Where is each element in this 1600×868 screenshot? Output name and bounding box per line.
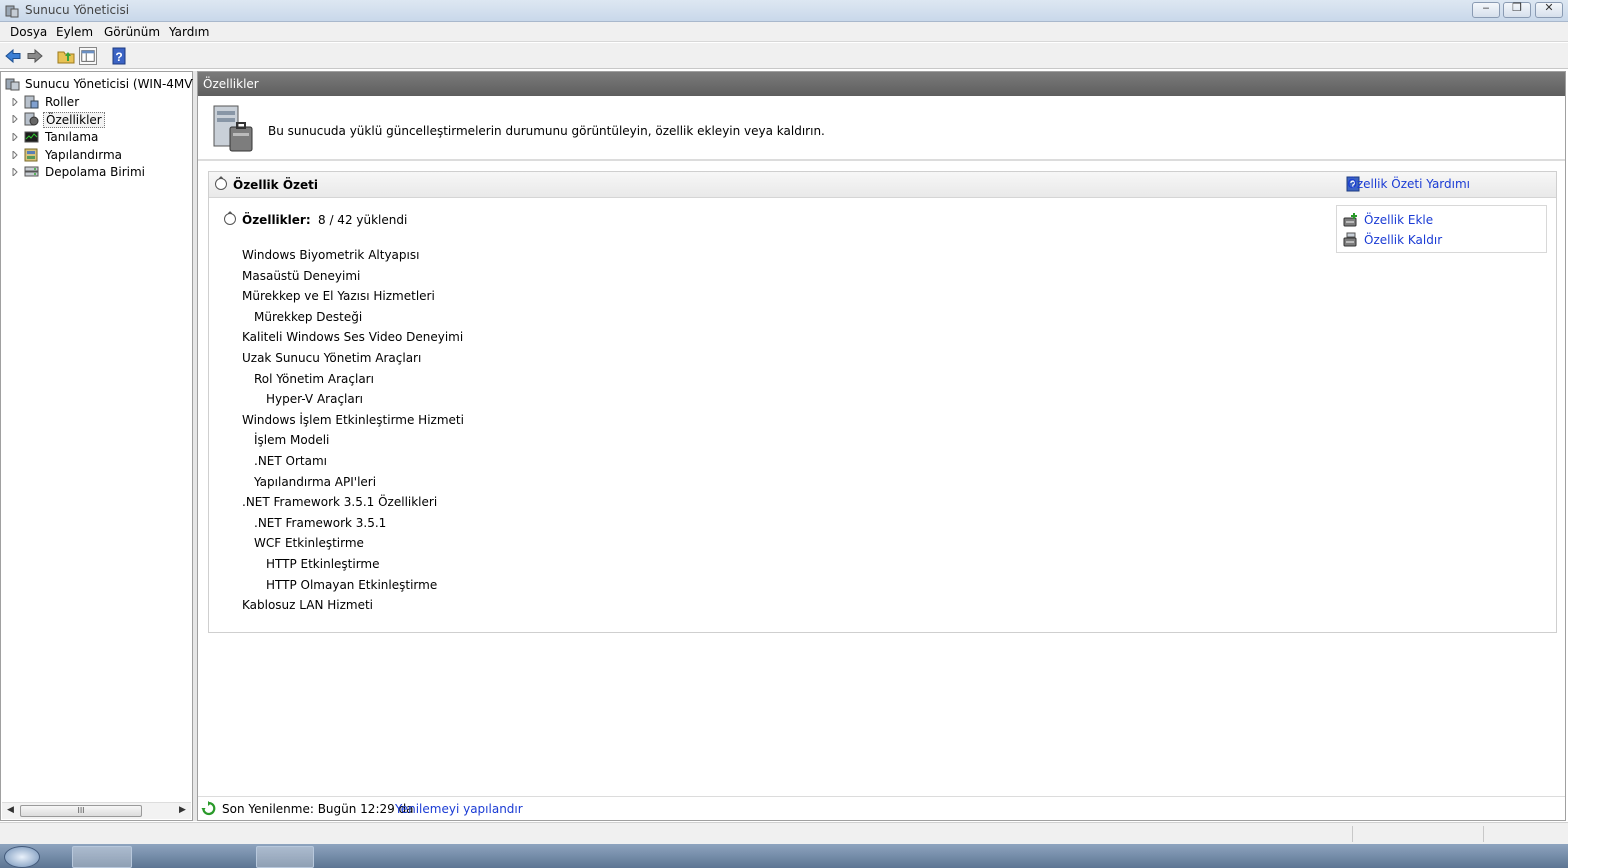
close-button[interactable]: ✕ — [1535, 1, 1563, 18]
remove-feature-icon — [1343, 232, 1357, 247]
taskbar-button[interactable] — [72, 846, 132, 868]
roles-icon — [24, 95, 39, 109]
features-label: Özellikler: — [242, 213, 311, 227]
folder-up-icon[interactable] — [57, 47, 75, 65]
feature-item: İşlem Modeli — [254, 433, 330, 447]
feature-summary-section: ⌃ Özellik Özeti ? Özellik Özeti Yardımı … — [208, 171, 1557, 633]
section-title: Özellik Özeti — [233, 178, 318, 192]
collapse-section-button[interactable]: ⌃ — [215, 176, 227, 190]
toolbar: ? — [0, 43, 1568, 69]
feature-item: .NET Ortamı — [254, 454, 327, 468]
forward-arrow-icon[interactable] — [26, 47, 44, 65]
banner-text: Bu sunucuda yüklü güncelleştirmelerin du… — [268, 124, 825, 138]
refresh-icon[interactable] — [201, 801, 216, 816]
diagnostics-icon — [24, 131, 39, 143]
status-bar — [0, 822, 1568, 844]
status-separator — [1352, 826, 1353, 842]
features-icon — [24, 112, 39, 126]
menu-bar: Dosya Eylem Görünüm Yardım — [0, 22, 1568, 42]
feature-item: Yapılandırma API'leri — [254, 475, 377, 489]
feature-item: .NET Framework 3.5.1 — [254, 516, 387, 530]
expand-arrow-icon[interactable] — [11, 98, 19, 106]
title-bar: Sunucu Yöneticisi ‒ ❐ ✕ — [0, 0, 1568, 22]
collapse-features-button[interactable]: ⌃ — [224, 211, 236, 225]
status-separator — [1483, 826, 1484, 842]
window-title: Sunucu Yöneticisi — [25, 3, 130, 17]
features-count: 8 / 42 yüklendi — [318, 213, 408, 227]
taskbar-button[interactable] — [256, 846, 314, 868]
features-large-icon — [213, 105, 253, 152]
feature-item: Windows Biyometrik Altyapısı — [242, 248, 420, 262]
feature-item: HTTP Olmayan Etkinleştirme — [266, 578, 438, 592]
feature-item: Rol Yönetim Araçları — [254, 372, 374, 386]
expand-arrow-icon[interactable] — [11, 168, 19, 176]
main-pane: Özellikler Bu sunucuda yüklü güncelleşti… — [197, 71, 1566, 821]
feature-item: Mürekkep ve El Yazısı Hizmetleri — [242, 289, 435, 303]
scroll-right-arrow-icon[interactable]: ▶ — [179, 805, 186, 815]
last-refresh-text: Son Yenilenme: Bugün 12:29 da — [222, 802, 414, 816]
scroll-left-arrow-icon[interactable]: ◀ — [7, 805, 14, 815]
show-hide-console-tree-icon[interactable] — [79, 47, 97, 65]
add-feature-icon — [1343, 213, 1357, 227]
feature-actions-panel: Özellik Ekle Özellik Kaldır — [1336, 205, 1547, 253]
refresh-status-bar: Son Yenilenme: Bugün 12:29 da Yenilemeyi… — [198, 796, 1565, 820]
start-button[interactable] — [4, 846, 40, 868]
menu-yardim[interactable]: Yardım — [169, 25, 209, 39]
configuration-icon — [24, 148, 38, 162]
server-manager-icon — [5, 78, 20, 91]
feature-item: Kablosuz LAN Hizmeti — [242, 598, 374, 612]
tree-horizontal-scrollbar[interactable]: ◀ III ▶ — [2, 802, 191, 819]
server-manager-icon — [5, 5, 19, 18]
taskbar — [0, 844, 1568, 868]
storage-icon — [24, 166, 39, 177]
section-header: ⌃ Özellik Özeti ? Özellik Özeti Yardımı — [209, 172, 1556, 198]
feature-item: Windows İşlem Etkinleştirme Hizmeti — [242, 413, 464, 427]
expand-arrow-icon[interactable] — [11, 133, 19, 141]
scrollbar-thumb[interactable]: III — [20, 805, 142, 817]
feature-item: .NET Framework 3.5.1 Özellikleri — [242, 495, 438, 509]
feature-item: HTTP Etkinleştirme — [266, 557, 380, 571]
menu-gorunum[interactable]: Görünüm — [104, 25, 160, 39]
menu-dosya[interactable]: Dosya — [10, 25, 47, 39]
configure-refresh-link[interactable]: Yenilemeyi yapılandır — [395, 802, 523, 816]
screen-edge — [1568, 0, 1600, 868]
back-arrow-icon[interactable] — [4, 47, 22, 65]
expand-arrow-icon[interactable] — [11, 151, 19, 159]
menu-eylem[interactable]: Eylem — [56, 25, 93, 39]
feature-item: Kaliteli Windows Ses Video Deneyimi — [242, 330, 464, 344]
svg-text:?: ? — [115, 50, 122, 64]
console-tree: Sunucu Yöneticisi (WIN-4MVTA Roller Özel… — [0, 71, 207, 821]
feature-item: Uzak Sunucu Yönetim Araçları — [242, 351, 422, 365]
description-banner: Bu sunucuda yüklü güncelleştirmelerin du… — [198, 96, 1565, 161]
feature-item: Hyper-V Araçları — [266, 392, 363, 406]
minimize-button[interactable]: ‒ — [1472, 1, 1500, 18]
feature-summary-help-link[interactable]: Özellik Özeti Yardımı — [1347, 177, 1470, 191]
expand-arrow-icon[interactable] — [11, 115, 19, 123]
help-icon[interactable]: ? — [110, 47, 128, 65]
pane-title: Özellikler — [203, 77, 259, 91]
pane-header: Özellikler — [198, 72, 1565, 96]
restore-button[interactable]: ❐ — [1503, 1, 1531, 18]
feature-item: WCF Etkinleştirme — [254, 536, 364, 550]
feature-item: Mürekkep Desteği — [254, 310, 363, 324]
feature-item: Masaüstü Deneyimi — [242, 269, 361, 283]
